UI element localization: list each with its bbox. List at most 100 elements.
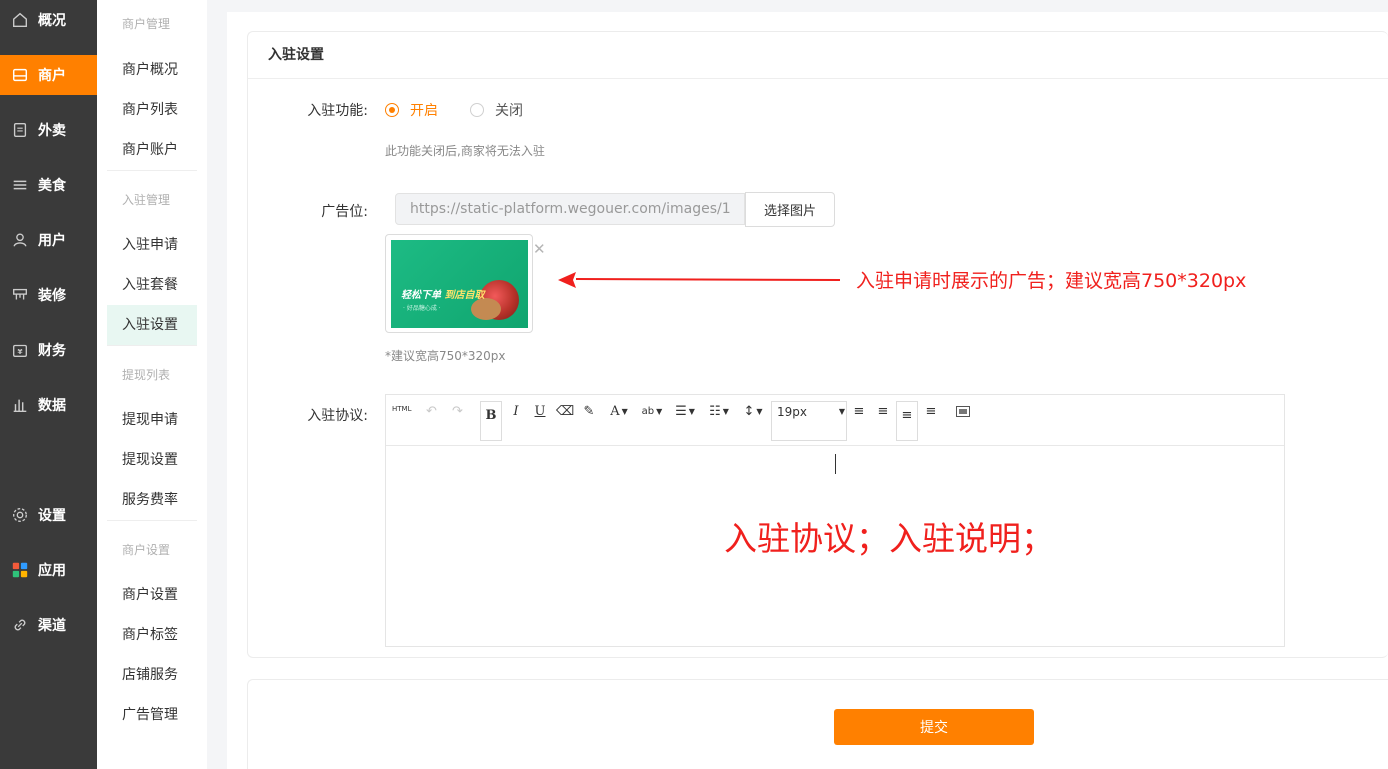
ad-label: 广告位: [321, 204, 368, 220]
nav-item-channel[interactable]: 渠道 [0, 605, 97, 645]
font-size-value: 19px [777, 405, 807, 419]
nav-item-decoration[interactable]: 装修 [0, 275, 97, 315]
subnav-group-title: 提现列表 [122, 368, 171, 382]
nav-item-label: 设置 [38, 508, 66, 524]
html-source-button[interactable]: HTML [392, 401, 411, 417]
ad-banner-text-main: 轻松下单 [401, 290, 441, 301]
ad-annotation: 入驻申请时展示的广告；建议宽高750*320px [856, 270, 1247, 292]
undo-icon[interactable]: ↶ [426, 401, 437, 421]
card-title: 入驻设置 [268, 47, 324, 63]
subnav-item-merchant-account[interactable]: 商户账户 [107, 130, 197, 170]
user-icon [10, 230, 30, 250]
font-color-button[interactable]: A ▼ [606, 401, 632, 421]
format-painter-icon[interactable]: ✎ [580, 401, 598, 421]
home-icon [10, 10, 30, 30]
subnav-item-withdraw-apply[interactable]: 提现申请 [107, 400, 197, 440]
store-icon [10, 65, 30, 85]
radio-disable[interactable]: 关闭 [470, 100, 523, 120]
nav-item-overview[interactable]: 概况 [0, 0, 97, 40]
select-image-button[interactable]: 选择图片 [745, 192, 835, 227]
nav-item-label: 财务 [38, 343, 66, 359]
subnav-item-service-rate[interactable]: 服务费率 [107, 480, 197, 520]
subnav-item-merchant-tags[interactable]: 商户标签 [107, 615, 197, 655]
svg-text:¥: ¥ [17, 347, 22, 356]
subnav-group-title: 商户设置 [122, 543, 171, 557]
font-color-label: A [610, 403, 620, 419]
highlight-color-icon[interactable]: ab ▼ [638, 401, 666, 421]
nav-item-apps[interactable]: 应用 [0, 550, 97, 590]
nav-item-settings[interactable]: 设置 [0, 495, 97, 535]
radio-enable[interactable]: 开启 [385, 100, 438, 120]
align-left-icon[interactable]: ≡ [850, 401, 868, 421]
subnav-divider [107, 170, 197, 171]
ad-url-input[interactable] [395, 193, 745, 225]
nav-item-users[interactable]: 用户 [0, 220, 97, 260]
subnav-group-title: 商户管理 [122, 17, 171, 31]
subnav-divider [107, 345, 197, 346]
radio-enable-label: 开启 [410, 103, 438, 119]
nav-item-takeout[interactable]: 外卖 [0, 110, 97, 150]
subnav-item-merchant-list[interactable]: 商户列表 [107, 90, 197, 130]
bold-button[interactable]: B [480, 401, 502, 441]
plate-graphic [471, 298, 501, 320]
ordered-list-icon[interactable]: ☰ ▼ [672, 401, 698, 421]
subnav-item-settle-apply[interactable]: 入驻申请 [107, 225, 197, 265]
feature-label: 入驻功能: [307, 103, 368, 119]
ad-banner-text: 轻松下单 到店自取 [401, 286, 484, 301]
eraser-icon[interactable]: ⌫ [556, 401, 574, 421]
subnav-item-settle-package[interactable]: 入驻套餐 [107, 265, 197, 305]
nav-item-label: 应用 [38, 563, 66, 579]
nav-item-finance[interactable]: ¥ 财务 [0, 330, 97, 370]
nav-item-label: 商户 [38, 68, 66, 84]
text-caret [835, 454, 836, 474]
radio-disable-label: 关闭 [495, 103, 523, 119]
agreement-annotation: 入驻协议；入驻说明； [724, 519, 1054, 558]
link-icon [10, 615, 30, 635]
italic-button[interactable]: I [508, 401, 524, 421]
ad-size-hint: *建议宽高750*320px [385, 349, 506, 363]
apps-grid-icon [10, 560, 30, 580]
redo-icon[interactable]: ↷ [452, 401, 463, 421]
annotation-arrow [558, 272, 840, 288]
gear-icon [10, 505, 30, 525]
nav-item-label: 渠道 [38, 618, 66, 634]
nav-item-label: 概况 [38, 13, 66, 29]
nav-item-label: 美食 [38, 178, 66, 194]
align-justify-icon[interactable]: ≡ [922, 401, 940, 421]
subnav-group-title: 入驻管理 [122, 193, 171, 207]
line-height-icon[interactable]: ↕ ▼ [740, 401, 766, 421]
ad-image-thumbnail[interactable]: 轻松下单 到店自取 · 好品糖心成 · [385, 234, 533, 333]
nav-item-label: 用户 [38, 233, 66, 249]
unordered-list-icon[interactable]: ☷ ▼ [706, 401, 732, 421]
wallet-icon: ¥ [10, 340, 30, 360]
nav-item-food[interactable]: 美食 [0, 165, 97, 205]
footer-card [247, 679, 1388, 769]
align-right-icon[interactable]: ≡ [874, 401, 892, 421]
subnav-item-settle-settings[interactable]: 入驻设置 [107, 305, 197, 345]
remove-image-icon[interactable]: ✕ [533, 240, 546, 258]
feature-hint: 此功能关闭后,商家将无法入驻 [385, 144, 545, 158]
subnav-item-withdraw-settings[interactable]: 提现设置 [107, 440, 197, 480]
sub-sidebar: 商户管理 商户概况 商户列表 商户账户 入驻管理 入驻申请 入驻套餐 入驻设置 … [97, 0, 207, 769]
main-sidebar: 概况 商户 外卖 美食 用户 装修 ¥ 财务 数据 设置 应用 渠道 [0, 0, 97, 769]
subnav-item-merchant-overview[interactable]: 商户概况 [107, 50, 197, 90]
align-center-icon[interactable]: ≡ [896, 401, 918, 441]
nav-item-merchant[interactable]: 商户 [0, 55, 97, 95]
card-divider [248, 78, 1388, 79]
ad-banner-text-accent: 到店自取 [444, 290, 485, 301]
submit-button[interactable]: 提交 [834, 709, 1034, 745]
font-size-dropdown-icon[interactable]: ▼ [836, 401, 846, 421]
rich-text-editor[interactable]: HTML ↶ ↷ B I U ⌫ ✎ A ▼ ab ▼ ☰ ▼ ☷ ▼ ↕ ▼ 19px … [385, 394, 1285, 647]
insert-image-icon[interactable] [954, 401, 972, 421]
document-icon [10, 120, 30, 140]
subnav-item-ad-management[interactable]: 广告管理 [107, 695, 197, 735]
decoration-icon [10, 285, 30, 305]
subnav-item-merchant-settings[interactable]: 商户设置 [107, 575, 197, 615]
radio-dot [385, 103, 399, 117]
underline-button[interactable]: U [532, 401, 548, 421]
agreement-label: 入驻协议: [307, 408, 368, 424]
subnav-divider [107, 520, 197, 521]
subnav-item-store-services[interactable]: 店铺服务 [107, 655, 197, 695]
nav-item-data[interactable]: 数据 [0, 385, 97, 425]
radio-dot [470, 103, 484, 117]
